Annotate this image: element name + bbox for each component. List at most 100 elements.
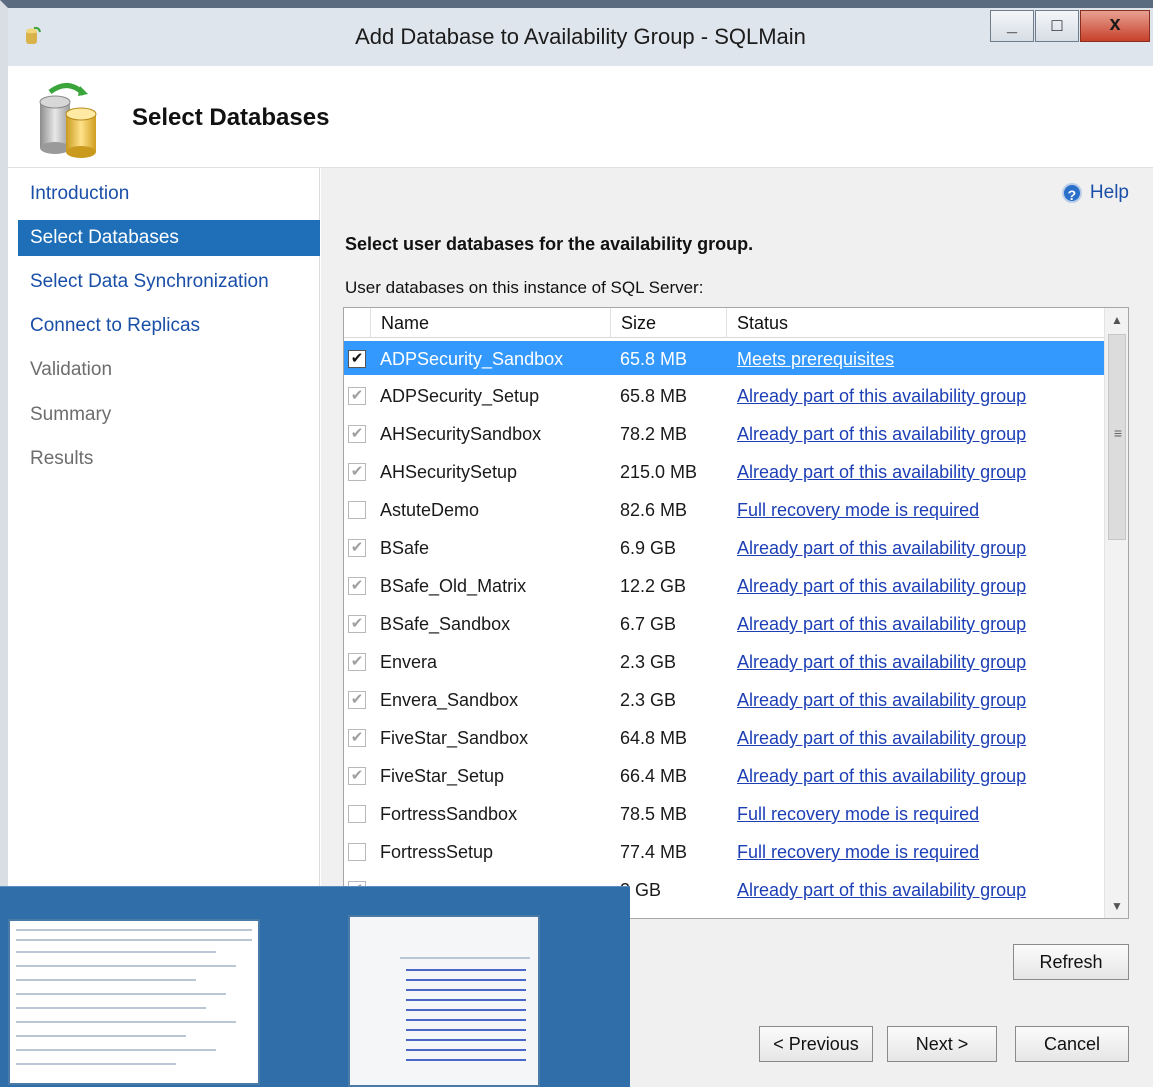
db-status-link[interactable]: Already part of this availability group: [737, 424, 1026, 445]
db-size: 12.2 GB: [620, 576, 687, 596]
table-row[interactable]: ✔ Envera_Sandbox 2.3 GB Already part of …: [344, 682, 1106, 720]
thumbnail-detail: [16, 993, 226, 995]
db-status-link[interactable]: Already part of this availability group: [737, 614, 1026, 635]
db-size: 77.4 MB: [620, 842, 688, 862]
db-status-link[interactable]: Full recovery mode is required: [737, 804, 979, 825]
db-status-link[interactable]: Already part of this availability group: [737, 728, 1026, 749]
nav-item-select-data-synchronization[interactable]: Select Data Synchronization: [18, 264, 320, 300]
grid-scrollbar[interactable]: ▲ ≡ ▼: [1104, 308, 1128, 918]
table-row[interactable]: ✔ BSafe 6.9 GB Already part of this avai…: [344, 530, 1106, 568]
column-header-name[interactable]: Name: [370, 308, 610, 338]
db-status-link[interactable]: Already part of this availability group: [737, 462, 1026, 483]
db-name: BSafe_Old_Matrix: [380, 576, 527, 596]
thumbnail-detail: [16, 1049, 216, 1051]
db-status-link[interactable]: Already part of this availability group: [737, 538, 1026, 559]
db-size: 65.8 MB: [620, 386, 688, 406]
scroll-up-icon[interactable]: ▲: [1105, 308, 1128, 332]
grid-header: Name Size Status: [344, 308, 1106, 338]
row-checkbox[interactable]: [348, 501, 366, 519]
close-button[interactable]: x: [1080, 10, 1150, 42]
db-name: AstuteDemo: [380, 500, 480, 520]
column-header-select[interactable]: [344, 308, 370, 338]
table-row[interactable]: ✔ Envera 2.3 GB Already part of this ava…: [344, 644, 1106, 682]
db-name: BSafe: [380, 538, 430, 558]
row-checkbox: ✔: [348, 425, 366, 443]
db-name: Envera: [380, 652, 438, 672]
thumbnail-detail: [400, 957, 530, 959]
row-checkbox: ✔: [348, 577, 366, 595]
scroll-thumb[interactable]: ≡: [1108, 334, 1126, 540]
minimize-button[interactable]: _: [990, 10, 1034, 42]
thumbnail-detail: [16, 1063, 176, 1065]
db-status-link[interactable]: Already part of this availability group: [737, 880, 1026, 901]
grip-icon: ≡: [1113, 425, 1123, 441]
db-name: ADPSecurity_Sandbox: [380, 349, 564, 369]
db-status-link[interactable]: Full recovery mode is required: [737, 500, 979, 521]
thumbnail-detail: [406, 1019, 526, 1021]
table-row[interactable]: ✔ FiveStar_Sandbox 64.8 MB Already part …: [344, 720, 1106, 758]
thumbnail-detail: [16, 965, 236, 967]
nav-item-select-databases[interactable]: Select Databases: [18, 220, 320, 256]
table-row[interactable]: ✔ ADPSecurity_Setup 65.8 MB Already part…: [344, 378, 1106, 416]
scroll-down-icon[interactable]: ▼: [1105, 894, 1128, 918]
db-name: FiveStar_Setup: [380, 766, 505, 786]
db-name: Envera_Sandbox: [380, 690, 519, 710]
db-status-link[interactable]: Full recovery mode is required: [737, 842, 979, 863]
thumbnail-detail: [16, 1007, 206, 1009]
row-checkbox: ✔: [348, 539, 366, 557]
title-bar[interactable]: Add Database to Availability Group - SQL…: [8, 8, 1153, 66]
next-button[interactable]: Next >: [887, 1026, 997, 1062]
db-status-link[interactable]: Meets prerequisites: [737, 349, 894, 370]
db-status-link[interactable]: Already part of this availability group: [737, 652, 1026, 673]
thumbnail-detail: [16, 979, 196, 981]
db-status-link[interactable]: Already part of this availability group: [737, 576, 1026, 597]
thumbnail-detail: [406, 979, 526, 981]
help-question-icon: ?: [1061, 183, 1082, 203]
maximize-button[interactable]: □: [1035, 10, 1079, 42]
cancel-button[interactable]: Cancel: [1015, 1026, 1129, 1062]
db-size: 2.3 GB: [620, 690, 677, 710]
table-row[interactable]: FortressSetup 77.4 MB Full recovery mode…: [344, 834, 1106, 872]
db-status-link[interactable]: Already part of this availability group: [737, 690, 1026, 711]
window-thumbnail-wizard[interactable]: [348, 915, 540, 1087]
databases-grid[interactable]: Name Size Status ✔ ADPSecurity_Sandbox 6…: [343, 307, 1129, 919]
nav-item-introduction[interactable]: Introduction: [18, 176, 320, 212]
row-checkbox: ✔: [348, 767, 366, 785]
column-header-size[interactable]: Size: [610, 308, 726, 338]
table-row[interactable]: AstuteDemo 82.6 MB Full recovery mode is…: [344, 492, 1106, 530]
table-row[interactable]: ✔ FiveStar_Setup 66.4 MB Already part of…: [344, 758, 1106, 796]
table-row[interactable]: ✔ AHSecuritySetup 215.0 MB Already part …: [344, 454, 1106, 492]
page-title: Select Databases: [132, 104, 330, 131]
thumbnail-detail: [16, 939, 252, 941]
help-link[interactable]: ? Help: [1061, 182, 1129, 204]
db-status-link[interactable]: Already part of this availability group: [737, 766, 1026, 787]
db-status-link[interactable]: Already part of this availability group: [737, 386, 1026, 407]
table-row[interactable]: ✔ BSafe_Sandbox 6.7 GB Already part of t…: [344, 606, 1106, 644]
row-checkbox[interactable]: [348, 843, 366, 861]
databases-label: User databases on this instance of SQL S…: [345, 278, 704, 297]
thumbnail-detail: [406, 989, 526, 991]
window-thumbnail-ssms[interactable]: [8, 919, 260, 1085]
table-row[interactable]: FortressSandbox 78.5 MB Full recovery mo…: [344, 796, 1106, 834]
database-cylinder-icon: [39, 83, 97, 158]
table-row[interactable]: ✔ AHSecuritySandbox 78.2 MB Already part…: [344, 416, 1106, 454]
row-checkbox: ✔: [348, 729, 366, 747]
maximize-icon: □: [1051, 15, 1063, 35]
refresh-button[interactable]: Refresh: [1013, 944, 1129, 980]
thumbnail-detail: [406, 1029, 526, 1031]
page-header: Select Databases: [8, 66, 1153, 168]
db-size: 2.3 GB: [620, 652, 677, 672]
table-row[interactable]: ✔ ADPSecurity_Sandbox 65.8 MB Meets prer…: [344, 341, 1106, 375]
row-checkbox[interactable]: ✔: [348, 350, 366, 368]
help-label: Help: [1089, 182, 1129, 203]
taskbar-preview-overlay: [0, 886, 630, 1087]
table-row[interactable]: ✔ BSafe_Old_Matrix 12.2 GB Already part …: [344, 568, 1106, 606]
nav-item-connect-to-replicas[interactable]: Connect to Replicas: [18, 308, 320, 344]
previous-button[interactable]: < Previous: [759, 1026, 873, 1062]
column-header-status[interactable]: Status: [726, 308, 1106, 338]
row-checkbox[interactable]: [348, 805, 366, 823]
row-checkbox: ✔: [348, 615, 366, 633]
db-name: FiveStar_Sandbox: [380, 728, 529, 748]
db-name: BSafe_Sandbox: [380, 614, 511, 634]
db-name: FortressSandbox: [380, 804, 518, 824]
